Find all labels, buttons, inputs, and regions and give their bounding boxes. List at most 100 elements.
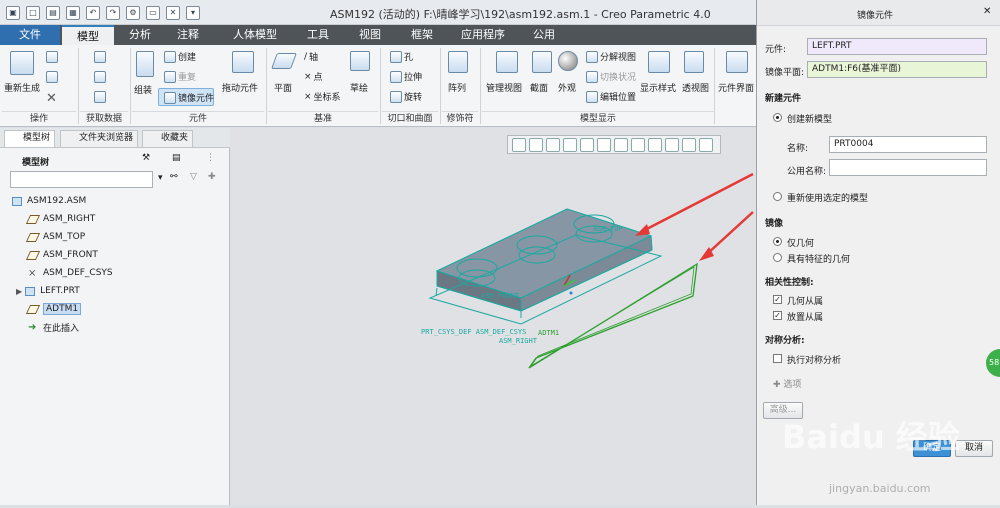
paste-button[interactable] [46,71,58,83]
tree-item-root[interactable]: ASM192.ASM [0,192,229,210]
pattern-button[interactable]: 阵列 [448,81,466,94]
regenerate-icon[interactable] [10,51,34,75]
section-small-icon[interactable] [648,137,662,152]
redo-icon[interactable]: ↷ [106,5,120,20]
zoom-out-icon[interactable] [546,137,560,152]
section-icon[interactable] [532,51,552,73]
tree-item-asm-front[interactable]: ASM_FRONT [0,246,229,264]
explode-view-button[interactable]: 分解视图 [586,50,636,63]
refit-icon[interactable] [512,137,526,152]
add-filter-icon[interactable]: ✚ [208,172,216,182]
plane-icon[interactable] [271,53,297,69]
common-name-input[interactable] [829,159,987,176]
tree-settings-icon[interactable]: ⚒ [142,153,156,167]
search-dropdown-icon[interactable]: ▾ [158,173,163,183]
assemble-icon[interactable] [136,51,154,77]
repeat-button[interactable]: 重复 [164,70,196,83]
perform-symmetry-checkbox[interactable] [773,354,782,363]
geometry-dependent-checkbox[interactable]: ✓ [773,295,782,304]
get-data-button-1[interactable] [94,51,106,63]
spin-center-icon[interactable] [699,137,713,152]
regenerate-button[interactable]: 重新生成 [4,81,40,94]
expand-arrow-icon[interactable]: ▶ [16,287,22,296]
save-icon[interactable]: ▦ [66,5,80,20]
perspective-icon[interactable] [684,51,704,73]
copy-button[interactable] [46,51,58,63]
tab-folder-browser[interactable]: 文件夹浏览器 [60,130,139,147]
drag-component-button[interactable]: 拖动元件 [222,81,258,94]
options-button[interactable]: ✚ 选项 [773,377,801,390]
mirror-component-button[interactable]: 镜像元件 [164,91,214,104]
model-viewport[interactable]: ASM_TOP ASM_FRONT PRT_CSYS_DEF ASM_DEF_C… [231,128,756,505]
delete-button[interactable]: ✕ [46,91,57,106]
tree-item-asm-def-csys[interactable]: ⨯ ASM_DEF_CSYS [0,264,229,282]
component-interface-icon[interactable] [726,51,748,73]
undo-icon[interactable]: ↶ [86,5,100,20]
datum-display-icon[interactable] [665,137,679,152]
tab-model-tree[interactable]: 模型树 [4,130,56,147]
plane-button[interactable]: 平面 [274,81,292,94]
zoom-in-icon[interactable] [529,137,543,152]
display-style-small-icon[interactable] [580,137,594,152]
repaint-icon[interactable] [563,137,577,152]
get-data-button-2[interactable] [94,71,106,83]
sketch-button[interactable]: 草绘 [350,81,368,94]
tree-item-asm-top[interactable]: ASM_TOP [0,228,229,246]
appearance-button[interactable]: 外观 [558,81,576,94]
revolve-button[interactable]: 旋转 [390,90,422,103]
tab-analysis[interactable]: 分析 [118,25,162,45]
component-field[interactable]: LEFT.PRT [807,38,987,55]
assemble-button[interactable]: 组装 [134,83,152,96]
window-switch-icon[interactable]: ▭ [146,5,160,20]
csys-button[interactable]: ⨯ 坐标系 [304,90,341,104]
section-button[interactable]: 截面 [530,81,548,94]
tree-item-adtm1[interactable]: ADTM1 [0,300,229,318]
close-icon[interactable]: ✕ [983,6,991,17]
tree-search-input[interactable] [10,171,153,188]
tab-applications[interactable]: 应用程序 [452,25,514,45]
placement-dependent-checkbox[interactable]: ✓ [773,311,782,320]
create-new-model-radio[interactable] [773,113,782,122]
tab-manikin[interactable]: 人体模型 [222,25,288,45]
drag-component-icon[interactable] [232,51,254,73]
close-window-icon[interactable]: ✕ [166,5,180,20]
cancel-button[interactable]: 取消 [955,440,993,457]
search-binoculars-icon[interactable]: ⚯ [170,172,178,182]
tab-common[interactable]: 公用 [522,25,566,45]
filter-funnel-icon[interactable]: ▽ [190,172,197,182]
with-features-radio[interactable] [773,253,782,262]
tree-item-insert-here[interactable]: ➜ 在此插入 [0,318,229,336]
app-icon[interactable]: ▣ [6,5,20,20]
mirror-plane-field[interactable]: ADTM1:F6(基准平面) [807,61,987,78]
point-button[interactable]: × 点 [304,70,323,84]
view-manager-icon[interactable] [614,137,628,152]
create-button[interactable]: 创建 [164,50,196,63]
hole-button[interactable]: 孔 [390,50,413,63]
geometry-only-radio[interactable] [773,237,782,246]
tree-filter-icon[interactable]: ▤ [172,153,186,167]
graphics-area[interactable]: ASM_TOP ASM_FRONT PRT_CSYS_DEF ASM_DEF_C… [231,128,756,505]
tab-model[interactable]: 模型 [62,25,114,45]
display-style-icon[interactable] [648,51,670,73]
regenerate-small-icon[interactable]: ⚙ [126,5,140,20]
tab-annotate[interactable]: 注释 [166,25,210,45]
appearance-icon[interactable] [558,51,578,71]
tree-columns-icon[interactable]: ⋮ [206,153,220,167]
tab-favorites[interactable]: 收藏夹 [142,130,194,147]
customize-qat-icon[interactable]: ▾ [186,5,200,20]
tree-item-asm-right[interactable]: ASM_RIGHT [0,210,229,228]
display-style-button[interactable]: 显示样式 [640,81,676,94]
perspective-button[interactable]: 透视图 [682,81,709,94]
saved-views-icon[interactable] [597,137,611,152]
tree-item-left-prt[interactable]: ▶ LEFT.PRT [0,282,229,300]
tab-file[interactable]: 文件 [0,25,60,45]
annotation-display-icon[interactable] [682,137,696,152]
axis-button[interactable]: / 轴 [304,50,318,64]
tab-view[interactable]: 视图 [348,25,392,45]
new-file-icon[interactable]: □ [26,5,40,20]
manage-views-button[interactable]: 管理视图 [486,81,522,94]
toggle-status-button[interactable]: 切换状况 [586,70,636,83]
sketch-icon[interactable] [350,51,370,71]
edit-position-button[interactable]: 编辑位置 [586,90,636,103]
get-data-button-3[interactable] [94,91,106,103]
